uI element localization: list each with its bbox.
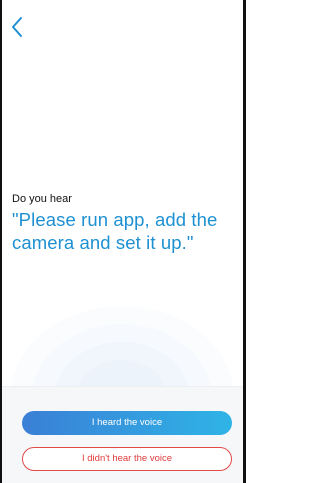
prompt-label: Do you hear — [12, 193, 72, 205]
sound-waves-graphic — [2, 280, 243, 390]
chevron-left-icon — [12, 17, 22, 37]
back-button[interactable] — [8, 14, 30, 40]
prompt-block: Do you hear "Please run app, add the cam… — [12, 192, 240, 254]
prompt-text: "Please run app, add the camera and set … — [12, 209, 218, 253]
heard-voice-button[interactable]: I heard the voice — [22, 411, 232, 435]
not-heard-voice-button[interactable]: I didn't hear the voice — [22, 447, 232, 471]
action-panel: I heard the voice I didn't hear the voic… — [2, 386, 243, 483]
voice-check-screen: Do you hear "Please run app, add the cam… — [0, 0, 246, 483]
